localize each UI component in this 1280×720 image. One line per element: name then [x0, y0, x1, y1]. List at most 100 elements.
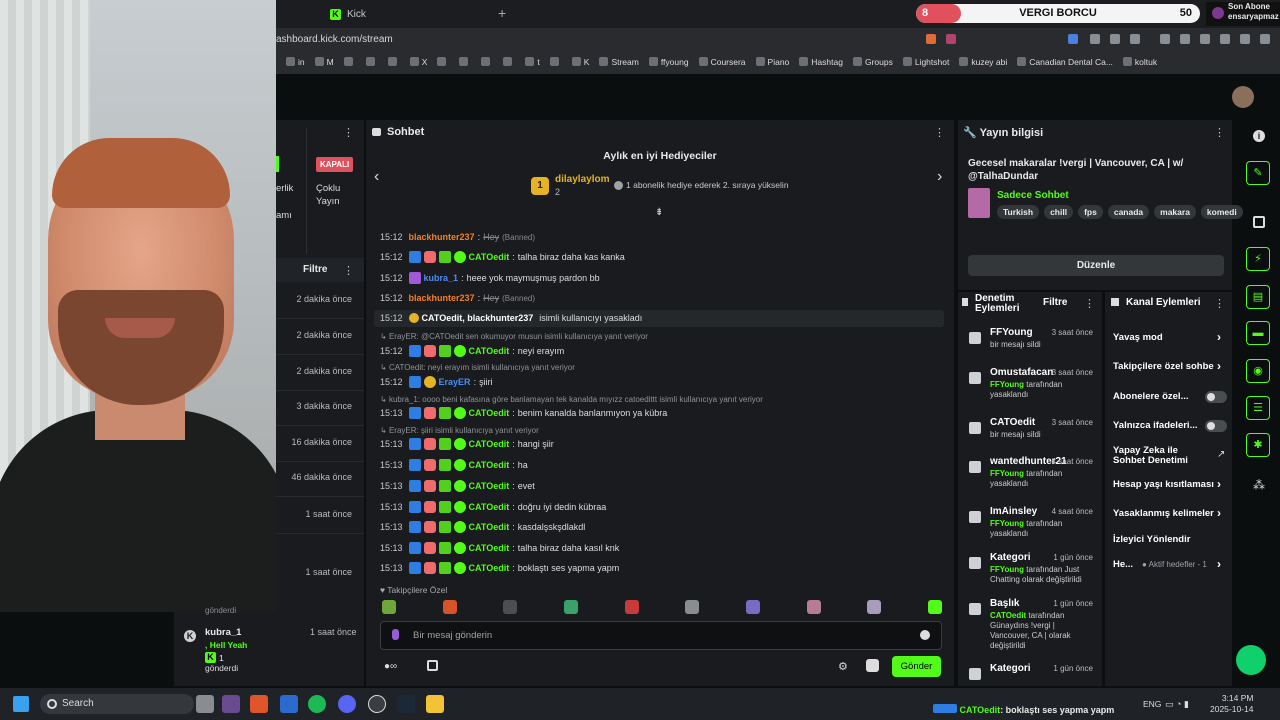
points-icon[interactable]: ●∞ — [384, 661, 408, 672]
channel-action-item[interactable]: Hesap yaşı kısıtlaması — [1113, 479, 1214, 490]
message-username[interactable]: CATOedit — [469, 252, 510, 262]
discord-icon[interactable] — [338, 695, 356, 713]
tag-chip[interactable]: Turkish — [997, 205, 1040, 219]
stack-icon[interactable]: ☰ — [1246, 396, 1270, 420]
bookmark-item[interactable]: Hashtag — [799, 57, 843, 67]
extension-icon[interactable] — [1068, 34, 1078, 44]
emote-icon[interactable] — [867, 600, 882, 614]
user-avatar[interactable] — [1232, 86, 1254, 108]
bookmark-item[interactable]: in — [286, 57, 305, 67]
gifter-name[interactable]: dilaylaylom — [555, 174, 609, 185]
apps-icon[interactable]: ⁂ — [1253, 478, 1265, 492]
app-icon[interactable] — [222, 695, 240, 713]
chat-more-icon[interactable]: ⋮ — [934, 126, 945, 139]
tag-chip[interactable]: fps — [1078, 205, 1103, 219]
message-username[interactable]: CATOedit — [469, 481, 510, 491]
bookmark-item[interactable]: Lightshot — [902, 57, 949, 67]
bookmark-item[interactable] — [365, 57, 378, 67]
chat-bubble-icon[interactable]: ▬ — [1246, 321, 1270, 345]
channel-action-item[interactable]: Abonelere özel... — [1113, 391, 1189, 402]
chevron-right-icon[interactable]: › — [1217, 557, 1221, 571]
media-icon[interactable] — [1160, 34, 1170, 44]
channel-actions-more-icon[interactable]: ⋮ — [1214, 297, 1225, 310]
menu-icon[interactable] — [1260, 34, 1270, 44]
lightning-icon[interactable]: ⚡ — [1246, 247, 1270, 271]
collapse-icon[interactable]: ⇟ — [655, 207, 663, 218]
toggle-switch[interactable] — [1205, 420, 1227, 432]
bookmark-item[interactable]: Stream — [599, 57, 639, 67]
emote-icon[interactable] — [382, 600, 396, 614]
wallet-icon[interactable] — [1200, 34, 1210, 44]
url-field[interactable]: ashboard.kick.com/stream — [276, 34, 393, 45]
document-icon[interactable]: ▤ — [1246, 285, 1270, 309]
bookmark-item[interactable] — [549, 57, 562, 67]
taskbar-search[interactable]: Search — [40, 694, 194, 714]
store-icon[interactable] — [427, 660, 438, 671]
message-username[interactable]: CATOedit — [469, 460, 510, 470]
rewards-icon[interactable] — [946, 34, 956, 44]
file-explorer-icon[interactable] — [426, 695, 444, 713]
tag-chip[interactable]: chill — [1044, 205, 1074, 219]
message-username[interactable]: CATOedit — [469, 502, 510, 512]
emoji-icon[interactable] — [920, 630, 930, 640]
mod-shield-icon[interactable] — [866, 659, 879, 672]
bookmark-item[interactable]: koltuk — [1122, 57, 1157, 67]
leo-icon[interactable] — [1220, 34, 1230, 44]
chevron-right-icon[interactable]: › — [1217, 477, 1221, 491]
tag-chip[interactable]: komedi — [1200, 205, 1243, 219]
mic-icon[interactable] — [392, 629, 399, 640]
channel-action-item[interactable]: İzleyici Yönlendir — [1113, 534, 1190, 545]
chevron-right-icon[interactable]: › — [1217, 330, 1221, 344]
bookmark-item[interactable]: Piano — [755, 57, 789, 67]
extension-icon[interactable] — [1130, 34, 1140, 44]
emote-icon[interactable] — [503, 600, 518, 614]
language-indicator[interactable]: ENG — [1143, 699, 1161, 709]
windows-start-icon[interactable] — [13, 696, 29, 712]
mod-log-more-icon[interactable]: ⋮ — [1084, 297, 1095, 310]
external-link-icon[interactable]: ↗ — [1217, 449, 1225, 460]
info-icon[interactable]: i — [1253, 130, 1265, 142]
support-headset-icon[interactable] — [1236, 645, 1266, 675]
more-icon[interactable]: ⋮ — [343, 264, 354, 277]
category-name[interactable]: Sadece Sohbet — [997, 190, 1069, 201]
obs-icon[interactable] — [368, 695, 386, 713]
sidebar-icon[interactable] — [1180, 34, 1190, 44]
wrench-icon[interactable]: ✱ — [1246, 433, 1270, 457]
broadcast-icon[interactable]: ◉ — [1246, 359, 1270, 383]
brave-icon[interactable] — [250, 695, 268, 713]
channel-action-item[interactable]: Yapay Zeka ile Sohbet Denetimi — [1113, 446, 1203, 466]
emote-icon[interactable] — [745, 600, 760, 614]
next-arrow-icon[interactable]: › — [937, 168, 942, 186]
filter-button[interactable]: Filtre — [303, 264, 327, 275]
bookmark-item[interactable]: kuzey abi — [959, 57, 1007, 67]
chevron-right-icon[interactable]: › — [1217, 506, 1221, 520]
bookmark-item[interactable]: ffyoung — [648, 57, 689, 67]
emote-icon[interactable] — [563, 600, 578, 614]
info-more-icon[interactable]: ⋮ — [1214, 126, 1225, 139]
bookmark-item[interactable] — [503, 57, 515, 67]
bookmark-item[interactable] — [343, 57, 356, 67]
photos-icon[interactable] — [280, 695, 298, 713]
settings-gear-icon[interactable]: ⚙ — [838, 660, 848, 673]
message-username[interactable]: CATOedit — [469, 563, 510, 573]
message-username[interactable]: CATOedit — [469, 522, 510, 532]
emote-icon[interactable] — [806, 600, 821, 614]
emote-icon[interactable] — [685, 600, 700, 614]
steam-icon[interactable] — [397, 695, 415, 713]
tag-chip[interactable]: makara — [1154, 205, 1196, 219]
clock[interactable]: 3:14 PM 2025-10-14 — [1210, 693, 1253, 715]
prev-arrow-icon[interactable]: ‹ — [374, 168, 379, 186]
bookmark-item[interactable]: Coursera — [698, 57, 746, 67]
bookmark-item[interactable]: X — [409, 57, 427, 67]
bookmark-item[interactable]: M — [314, 57, 334, 67]
browser-tab[interactable]: K Kick — [330, 4, 480, 24]
extension-icon[interactable] — [1110, 34, 1120, 44]
message-username[interactable]: blackhunter237 — [409, 293, 475, 303]
channel-action-item[interactable]: Yavaş mod — [1113, 332, 1163, 343]
bookmark-item[interactable]: t — [525, 57, 540, 67]
channel-action-item[interactable]: Yasaklanmış kelimeler — [1113, 508, 1214, 519]
bookmark-item[interactable]: Groups — [852, 57, 893, 67]
bookmark-item[interactable] — [437, 57, 449, 67]
fullscreen-icon[interactable] — [1253, 216, 1265, 228]
new-tab-button[interactable]: + — [498, 5, 506, 21]
